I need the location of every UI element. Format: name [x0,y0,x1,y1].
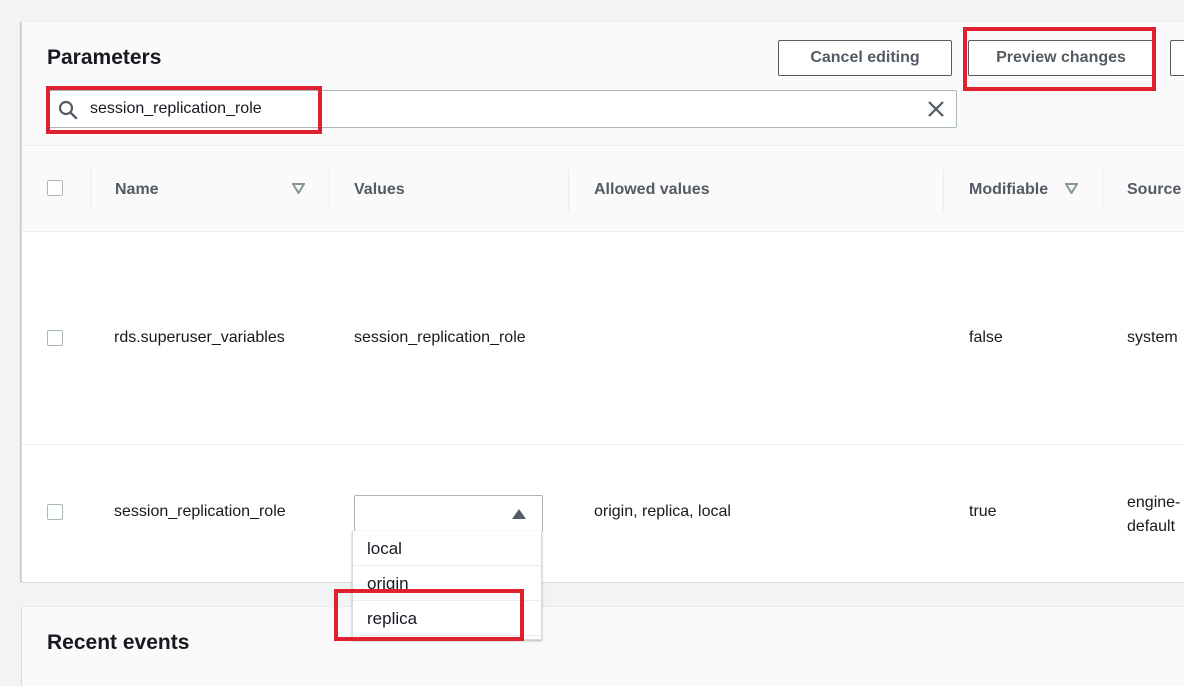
dropdown-option-origin[interactable]: origin [353,566,541,601]
column-divider [1102,169,1103,211]
column-header-values: Values [354,181,405,198]
cell-source-line: default [1127,518,1176,535]
table-row: rds.superuser_variables session_replicat… [22,233,1184,445]
row-checkbox[interactable] [47,504,63,520]
dropdown-option-local[interactable]: local [353,531,541,566]
cell-modifiable: false [969,329,1003,346]
column-header-source: Source [1127,181,1182,198]
close-icon[interactable] [926,99,946,119]
search-input[interactable]: session_replication_role [47,90,957,128]
cancel-editing-button[interactable]: Cancel editing [778,40,952,76]
cell-allowed-values: origin, replica, local [594,503,731,520]
caret-up-icon [512,509,526,519]
recent-events-panel: Recent events [21,606,1184,686]
cell-name: session_replication_role [114,503,286,520]
cell-source: system [1127,329,1178,346]
parameters-panel: Parameters Cancel editing Preview change… [21,21,1184,582]
cell-source: engine- default [1127,491,1180,539]
table-header: Name Values Allowed values Modifiable So… [22,147,1184,232]
search-value[interactable]: session_replication_role [90,91,262,127]
cell-source-line: engine- [1127,494,1181,511]
column-divider [90,169,91,211]
search-icon [58,100,78,120]
column-divider [329,169,330,211]
sort-icon[interactable] [1065,183,1078,194]
value-select[interactable] [354,495,543,532]
column-header-allowed-values: Allowed values [594,181,710,198]
dropdown-option-replica[interactable]: replica [353,601,541,636]
panel-title: Parameters [47,46,162,69]
value-dropdown-menu: local origin replica [352,531,542,640]
sort-icon[interactable] [292,183,305,194]
column-header-modifiable[interactable]: Modifiable [969,147,1048,232]
column-divider [943,169,944,211]
cell-name: rds.superuser_variables [114,329,285,346]
cell-modifiable: true [969,503,997,520]
save-changes-button[interactable] [1170,40,1184,76]
preview-changes-button[interactable]: Preview changes [968,40,1154,76]
row-checkbox[interactable] [47,330,63,346]
column-divider [568,169,569,211]
cell-values: session_replication_role [354,329,526,346]
column-header-name[interactable]: Name [115,147,159,232]
recent-events-title: Recent events [47,631,190,654]
select-all-checkbox[interactable] [47,180,63,196]
parameters-panel-header: Parameters Cancel editing Preview change… [22,22,1184,146]
table-row: session_replication_role origin, replica… [22,445,1184,582]
